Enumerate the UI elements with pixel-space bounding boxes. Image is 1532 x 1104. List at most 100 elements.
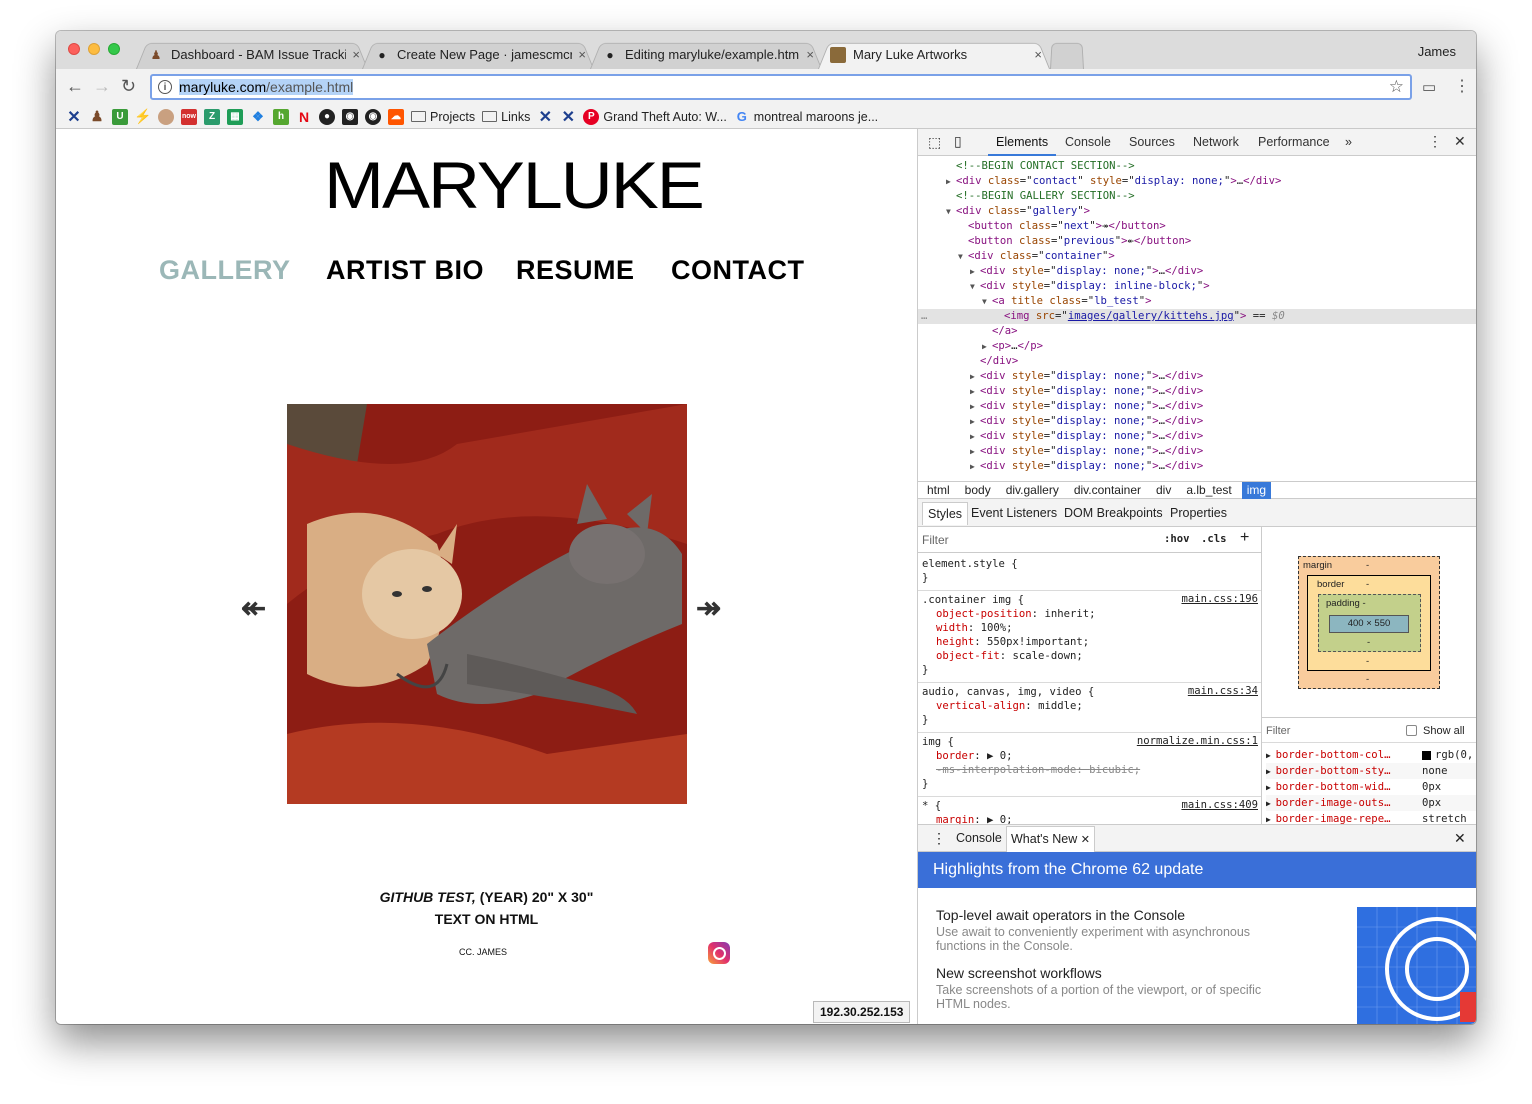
breadcrumb-item[interactable]: body	[960, 483, 996, 497]
news-title[interactable]: New screenshot workflows	[936, 965, 1102, 981]
expand-toggle-icon[interactable]: ▶	[1266, 751, 1276, 760]
dom-node[interactable]: <!--BEGIN CONTACT SECTION-->	[918, 159, 1476, 174]
bookmark-x[interactable]: ✕	[66, 109, 82, 126]
dom-node[interactable]: ▼ <a title class="lb_test">	[918, 294, 1476, 309]
bookmark-leaf[interactable]: ⚡	[134, 108, 151, 125]
bookmark-github2[interactable]: ◉	[365, 108, 381, 125]
style-property[interactable]: width: 100%;	[936, 621, 1013, 635]
close-tab-icon[interactable]: ×	[578, 47, 586, 62]
tab-performance[interactable]: Performance	[1258, 135, 1330, 149]
box-model-border[interactable]: border - - padding - - 400 × 550	[1307, 575, 1431, 671]
previous-button[interactable]: ↞	[241, 591, 266, 626]
dom-node[interactable]: ▶ <p>…</p>	[918, 339, 1476, 354]
tab-console[interactable]: Console	[1065, 135, 1111, 149]
style-property[interactable]: border: ▶ 0;	[936, 749, 1013, 763]
box-model-content[interactable]: 400 × 550	[1329, 615, 1409, 633]
site-info-icon[interactable]: i	[158, 80, 172, 94]
show-all-checkbox[interactable]	[1406, 725, 1417, 736]
tab-dashboard[interactable]: ♟ Dashboard - BAM Issue Tracki ×	[136, 40, 368, 69]
bookmark-x2[interactable]: ✕	[537, 109, 553, 126]
style-property[interactable]: object-fit: scale-down;	[936, 649, 1083, 663]
expand-toggle-icon[interactable]: ▼	[970, 279, 975, 294]
dom-node[interactable]: ▼ <div style="display: inline-block;">	[918, 279, 1476, 294]
dom-node[interactable]: <button class="previous">↞</button>	[918, 234, 1476, 249]
close-tab-icon[interactable]: ×	[352, 47, 360, 62]
expand-toggle-icon[interactable]: ▶	[946, 174, 951, 189]
dom-tree[interactable]: <!--BEGIN CONTACT SECTION--> ▶ <div class=…	[918, 156, 1476, 481]
bookmark-u[interactable]: U	[112, 108, 128, 125]
expand-toggle-icon[interactable]: ▼	[982, 294, 987, 309]
drawer-tab-whats-new[interactable]: What's New ✕	[1006, 826, 1095, 853]
expand-toggle-icon[interactable]: ▶	[1266, 815, 1276, 824]
bookmark-projects[interactable]: Projects	[411, 110, 475, 124]
rule-selector[interactable]: img {	[922, 735, 954, 749]
address-bar[interactable]: i maryluke.com/example.html ☆	[150, 74, 1412, 100]
add-style-rule-icon[interactable]: +	[1240, 529, 1249, 547]
tab-elements[interactable]: Elements	[987, 135, 1057, 156]
rule-selector[interactable]: audio, canvas, img, video {	[922, 685, 1094, 699]
dom-node[interactable]: ▶ <div style="display: none;">…</div>	[918, 459, 1476, 474]
expand-toggle-icon[interactable]: ▶	[982, 339, 987, 354]
bookmark-sheets[interactable]: ▦	[227, 108, 243, 125]
expand-toggle-icon[interactable]: ▶	[970, 444, 975, 459]
dom-node[interactable]: <!--BEGIN GALLERY SECTION-->	[918, 189, 1476, 204]
breadcrumb-item[interactable]: img	[1241, 481, 1272, 499]
tab-mary-luke-artworks[interactable]: Mary Luke Artworks ×	[818, 40, 1050, 69]
drawer-menu-icon[interactable]: ⋮	[932, 830, 946, 847]
dom-node[interactable]: ▼ <div class="container">	[918, 249, 1476, 264]
maximize-window-button[interactable]	[108, 43, 120, 55]
bookmark-face[interactable]	[158, 108, 174, 125]
tab-editing[interactable]: ● Editing maryluke/example.html ×	[590, 40, 822, 69]
computed-filter[interactable]: Filter Show all	[1262, 717, 1476, 743]
devtools-menu-icon[interactable]: ⋮	[1428, 133, 1442, 150]
close-tab-icon[interactable]: ×	[1034, 47, 1042, 62]
rule-source-link[interactable]: main.css:34	[1188, 685, 1258, 697]
dom-node[interactable]: ▶ <div style="display: none;">…</div>	[918, 414, 1476, 429]
class-toggle[interactable]: .cls	[1201, 533, 1227, 545]
bookmark-person[interactable]: ♟	[89, 108, 105, 125]
instagram-icon[interactable]	[708, 942, 730, 964]
style-property[interactable]: margin: ▶ 0;	[936, 813, 1013, 824]
style-property[interactable]: height: 550px!important;	[936, 635, 1089, 649]
close-tab-icon[interactable]: ×	[806, 47, 814, 62]
drawer-tab-console[interactable]: Console	[956, 831, 1002, 845]
bookmark-x3[interactable]: ✕	[560, 109, 576, 126]
tab-sources[interactable]: Sources	[1129, 135, 1175, 149]
dom-node[interactable]: … <img src="images/gallery/kittehs.jpg"> …	[918, 309, 1476, 324]
dom-node[interactable]: </div>	[918, 354, 1476, 369]
dom-node[interactable]: ▶ <div style="display: none;">…</div>	[918, 444, 1476, 459]
bookmark-z[interactable]: Z	[204, 108, 220, 125]
bookmark-h[interactable]: h	[273, 108, 289, 125]
dom-node[interactable]: ▶ <div style="display: none;">…</div>	[918, 429, 1476, 444]
rule-source-link[interactable]: main.css:196	[1181, 593, 1258, 605]
rule-source-link[interactable]: normalize.min.css:1	[1137, 735, 1258, 747]
breadcrumb-item[interactable]: div.gallery	[1001, 483, 1064, 497]
dom-node[interactable]: ▶ <div style="display: none;">…</div>	[918, 369, 1476, 384]
expand-toggle-icon[interactable]: ▼	[946, 204, 951, 219]
style-property[interactable]: vertical-align: middle;	[936, 699, 1083, 713]
nav-gallery[interactable]: GALLERY	[159, 255, 291, 286]
bookmark-soundcloud[interactable]: ☁	[388, 108, 404, 125]
style-property[interactable]: -ms-interpolation-mode: bicubic;	[936, 763, 1140, 777]
tab-dom-breakpoints[interactable]: DOM Breakpoints	[1064, 506, 1163, 520]
nav-contact[interactable]: CONTACT	[671, 255, 804, 286]
dom-node[interactable]: ▶ <div style="display: none;">…</div>	[918, 264, 1476, 279]
expand-toggle-icon[interactable]: ▶	[970, 369, 975, 384]
tab-network[interactable]: Network	[1193, 135, 1239, 149]
expand-toggle-icon[interactable]: ▶	[970, 384, 975, 399]
box-model-margin[interactable]: margin - - border - - padding - - 400 × …	[1298, 556, 1440, 689]
nav-artist-bio[interactable]: ARTIST BIO	[326, 255, 484, 286]
computed-property[interactable]: ▶ border-image-outs… 0px	[1266, 795, 1476, 811]
expand-toggle-icon[interactable]: ▶	[970, 429, 975, 444]
close-tab-icon[interactable]: ✕	[1081, 834, 1090, 846]
hover-state-toggle[interactable]: :hov	[1164, 533, 1190, 545]
dom-node[interactable]: ▶ <div style="display: none;">…</div>	[918, 384, 1476, 399]
bookmark-star-icon[interactable]: ☆	[1389, 77, 1404, 97]
menu-dots-icon[interactable]: ⋮	[1454, 76, 1470, 96]
bookmark-github1[interactable]: ◉	[342, 108, 358, 125]
minimize-window-button[interactable]	[88, 43, 100, 55]
more-tabs-icon[interactable]: »	[1345, 135, 1352, 149]
node-actions-icon[interactable]: …	[921, 309, 927, 324]
expand-toggle-icon[interactable]: ▶	[970, 399, 975, 414]
device-toolbar-icon[interactable]: ▯	[954, 133, 962, 150]
